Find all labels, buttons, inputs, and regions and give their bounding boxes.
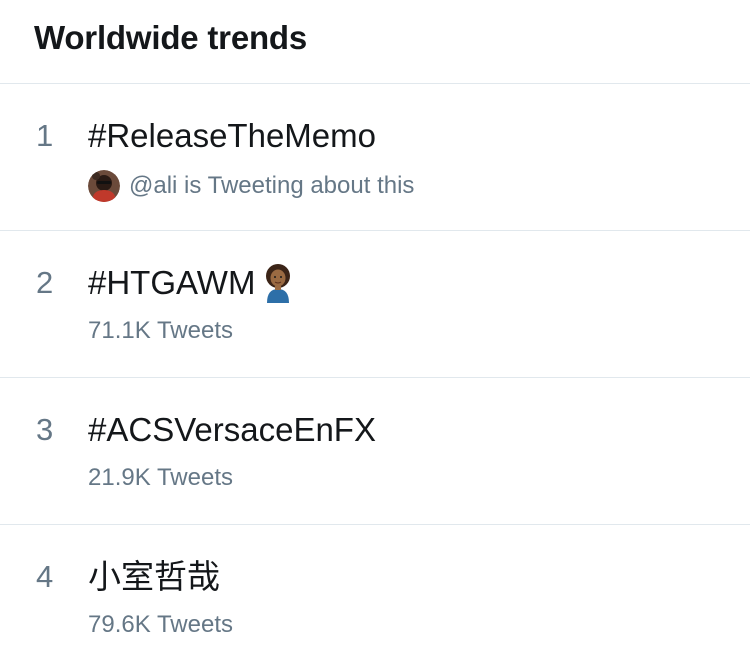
trend-name-row: #ReleaseTheMemo (88, 116, 376, 156)
trend-name[interactable]: #HTGAWM (88, 263, 255, 303)
page-title: Worldwide trends (34, 18, 308, 56)
trend-tweeting-text: @ali is Tweeting about this (129, 172, 415, 199)
trends-header: Worldwide trends (0, 0, 750, 84)
trend-item[interactable]: 3 #ACSVersaceEnFX 21.9K Tweets (0, 378, 750, 525)
trend-rank: 2 (36, 265, 54, 300)
trend-rank: 1 (36, 118, 54, 153)
tweet-count: 79.6K Tweets (88, 611, 233, 638)
trend-name-row: #ACSVersaceEnFX (88, 410, 376, 450)
trends-list: 1 #ReleaseTheMemo @ali is Tweeting about… (0, 84, 750, 661)
tweet-count: 71.1K Tweets (88, 317, 233, 344)
trend-name-row: 小室哲哉 (88, 557, 220, 597)
trend-meta: @ali is Tweeting about this (88, 170, 414, 202)
trend-rank: 3 (36, 412, 54, 447)
trend-meta: 71.1K Tweets (88, 317, 233, 345)
trend-name[interactable]: #ACSVersaceEnFX (88, 410, 376, 450)
avatar[interactable] (88, 170, 120, 202)
trend-name[interactable]: 小室哲哉 (88, 557, 220, 597)
woman-emoji-icon (263, 263, 293, 303)
trend-rank: 4 (36, 559, 54, 594)
trend-name[interactable]: #ReleaseTheMemo (88, 116, 376, 156)
trend-item[interactable]: 2 #HTGAWM 71.1K Tweets (0, 231, 750, 378)
trend-item[interactable]: 4 小室哲哉 79.6K Tweets (0, 525, 750, 661)
trend-meta: 21.9K Tweets (88, 464, 233, 492)
trend-meta: 79.6K Tweets (88, 611, 233, 639)
tweet-count: 21.9K Tweets (88, 464, 233, 491)
trend-item[interactable]: 1 #ReleaseTheMemo @ali is Tweeting about… (0, 84, 750, 231)
trend-name-row: #HTGAWM (88, 263, 293, 303)
